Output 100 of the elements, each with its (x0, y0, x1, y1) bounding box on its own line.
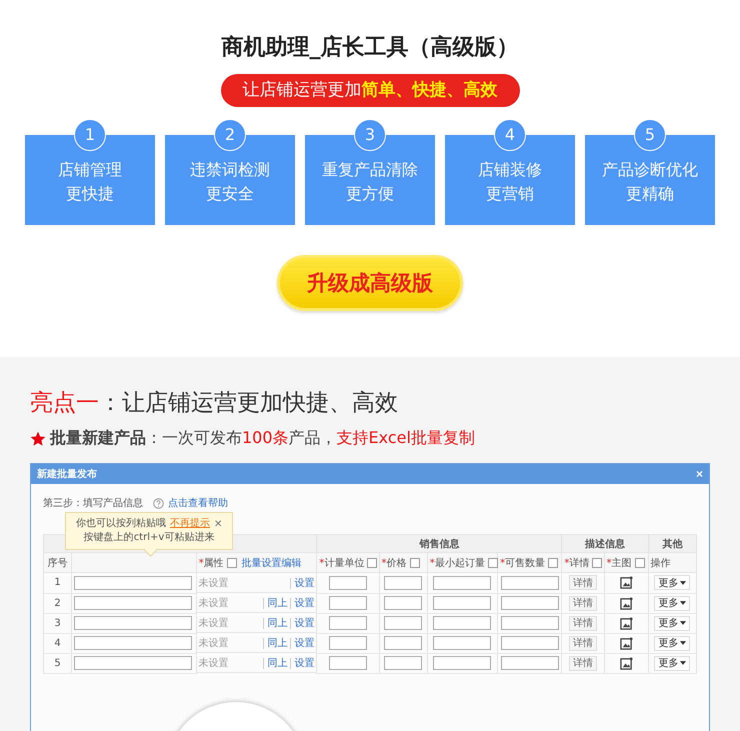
column-header: 序号 (48, 556, 68, 570)
name-input[interactable] (74, 616, 192, 630)
stock-input[interactable] (500, 576, 559, 590)
more-dropdown[interactable]: 更多 (654, 575, 690, 590)
row-number: 3 (44, 613, 72, 633)
image-icon[interactable] (620, 596, 633, 610)
row-link[interactable]: 设置 (290, 618, 314, 628)
column-header: *详情 (564, 556, 590, 570)
more-dropdown[interactable]: 更多 (654, 616, 690, 630)
checkbox[interactable] (410, 558, 420, 568)
price-input[interactable] (384, 596, 422, 610)
image-icon[interactable] (620, 656, 633, 670)
price-input[interactable] (384, 616, 422, 630)
slogan-banner: 让店铺运营更加简单、快捷、高效 (220, 74, 520, 107)
column-header: *可售数量 (500, 556, 546, 570)
unit-input[interactable] (328, 616, 367, 630)
name-input[interactable] (74, 656, 192, 670)
attribute-status: 未设置 (198, 576, 229, 590)
checkbox[interactable] (367, 558, 378, 568)
group-header: 描述信息 (585, 538, 626, 550)
checkbox[interactable] (548, 558, 558, 568)
batch-edit-link[interactable]: 批量设置编辑 (242, 556, 302, 570)
price-input[interactable] (384, 656, 422, 670)
tooltip-hint: 按键盘上的ctrl+v可粘贴进来 (82, 531, 216, 545)
name-input[interactable] (74, 636, 192, 650)
more-dropdown[interactable]: 更多 (654, 656, 690, 670)
group-header: 其他 (662, 538, 682, 550)
image-icon[interactable] (620, 616, 633, 630)
min-order-input[interactable] (433, 596, 492, 610)
unit-input[interactable] (328, 576, 367, 590)
caret-icon (680, 601, 686, 605)
unit-input[interactable] (328, 636, 367, 650)
row-link[interactable]: 设置 (290, 658, 314, 668)
name-input[interactable] (74, 576, 192, 590)
min-order-input[interactable] (433, 636, 492, 650)
image-icon[interactable] (620, 576, 633, 590)
feature-text: 店铺装修 (478, 159, 542, 181)
stock-input[interactable] (500, 616, 559, 630)
tooltip-text: 你也可以按列粘贴哦 (76, 517, 166, 531)
feature-text: 产品诊断优化 (602, 159, 698, 181)
name-input[interactable] (74, 596, 192, 610)
section-heading: 亮点一：让店铺运营更加快捷、高效 (30, 389, 399, 418)
row-number: 1 (44, 572, 72, 593)
page-title: 商机助理_店长工具（高级版） (222, 34, 518, 62)
stock-input[interactable] (500, 596, 559, 610)
row-link[interactable]: 设置 (290, 598, 314, 608)
checkbox[interactable] (592, 558, 602, 568)
more-dropdown[interactable]: 更多 (654, 636, 690, 650)
row-link[interactable]: 设置 (290, 578, 314, 588)
min-order-input[interactable] (433, 616, 492, 630)
stock-input[interactable] (500, 656, 559, 670)
checkbox[interactable] (226, 558, 237, 568)
row-link[interactable]: 同上 (263, 658, 288, 668)
more-dropdown[interactable]: 更多 (654, 596, 690, 610)
row-number: 4 (44, 633, 72, 653)
detail-button[interactable]: 详情 (568, 575, 597, 590)
feature-text: 违禁词检测 (190, 159, 270, 181)
number-badge: 5 (634, 119, 666, 151)
row-link[interactable]: 设置 (290, 638, 314, 648)
feature-text: 更快捷 (66, 183, 114, 205)
stock-input[interactable] (500, 636, 559, 650)
detail-button[interactable]: 详情 (568, 636, 597, 650)
help-link[interactable]: 点击查看帮助 (168, 496, 228, 510)
dialog-title: 新建批量发布 (37, 467, 97, 481)
column-header: *属性 (198, 556, 224, 570)
row-link[interactable]: 同上 (263, 638, 288, 648)
price-input[interactable] (384, 636, 422, 650)
group-header: 销售信息 (419, 538, 460, 550)
checkbox[interactable] (634, 558, 645, 568)
number-badge: 3 (354, 119, 386, 151)
column-header: *价格 (382, 556, 407, 570)
price-input[interactable] (384, 576, 422, 590)
column-header: 操作 (650, 556, 671, 570)
unit-input[interactable] (328, 656, 367, 670)
number-badge: 1 (74, 119, 106, 151)
number-badge: 4 (494, 119, 526, 151)
row-link[interactable]: 同上 (263, 598, 288, 608)
unit-input[interactable] (328, 596, 367, 610)
detail-button[interactable]: 详情 (568, 616, 597, 630)
attribute-status: 未设置 (198, 616, 229, 630)
feature-text: 重复产品清除 (322, 159, 418, 181)
min-order-input[interactable] (433, 656, 492, 670)
detail-button[interactable]: 详情 (568, 596, 597, 610)
close-button[interactable]: × (696, 467, 703, 481)
close-button[interactable]: ✕ (214, 518, 222, 530)
upgrade-button[interactable]: 升级成高级版 (277, 255, 463, 311)
detail-button[interactable]: 详情 (568, 656, 597, 670)
checkbox[interactable] (488, 558, 498, 568)
image-icon[interactable] (620, 636, 633, 650)
row-link[interactable]: 同上 (263, 618, 288, 628)
feature-text: 店铺管理 (58, 159, 122, 181)
attribute-status: 未设置 (198, 636, 229, 650)
caret-icon (680, 580, 686, 585)
dismiss-link[interactable]: 不再提示 (170, 517, 210, 531)
column-header: *计量单位 (319, 556, 364, 570)
feature-description: 批量新建产品：一次可发布100条产品，支持Excel批量复制 (50, 428, 475, 449)
column-header: *主图 (606, 556, 632, 570)
caret-icon (680, 641, 686, 645)
min-order-input[interactable] (433, 576, 492, 590)
caret-icon (680, 661, 686, 665)
